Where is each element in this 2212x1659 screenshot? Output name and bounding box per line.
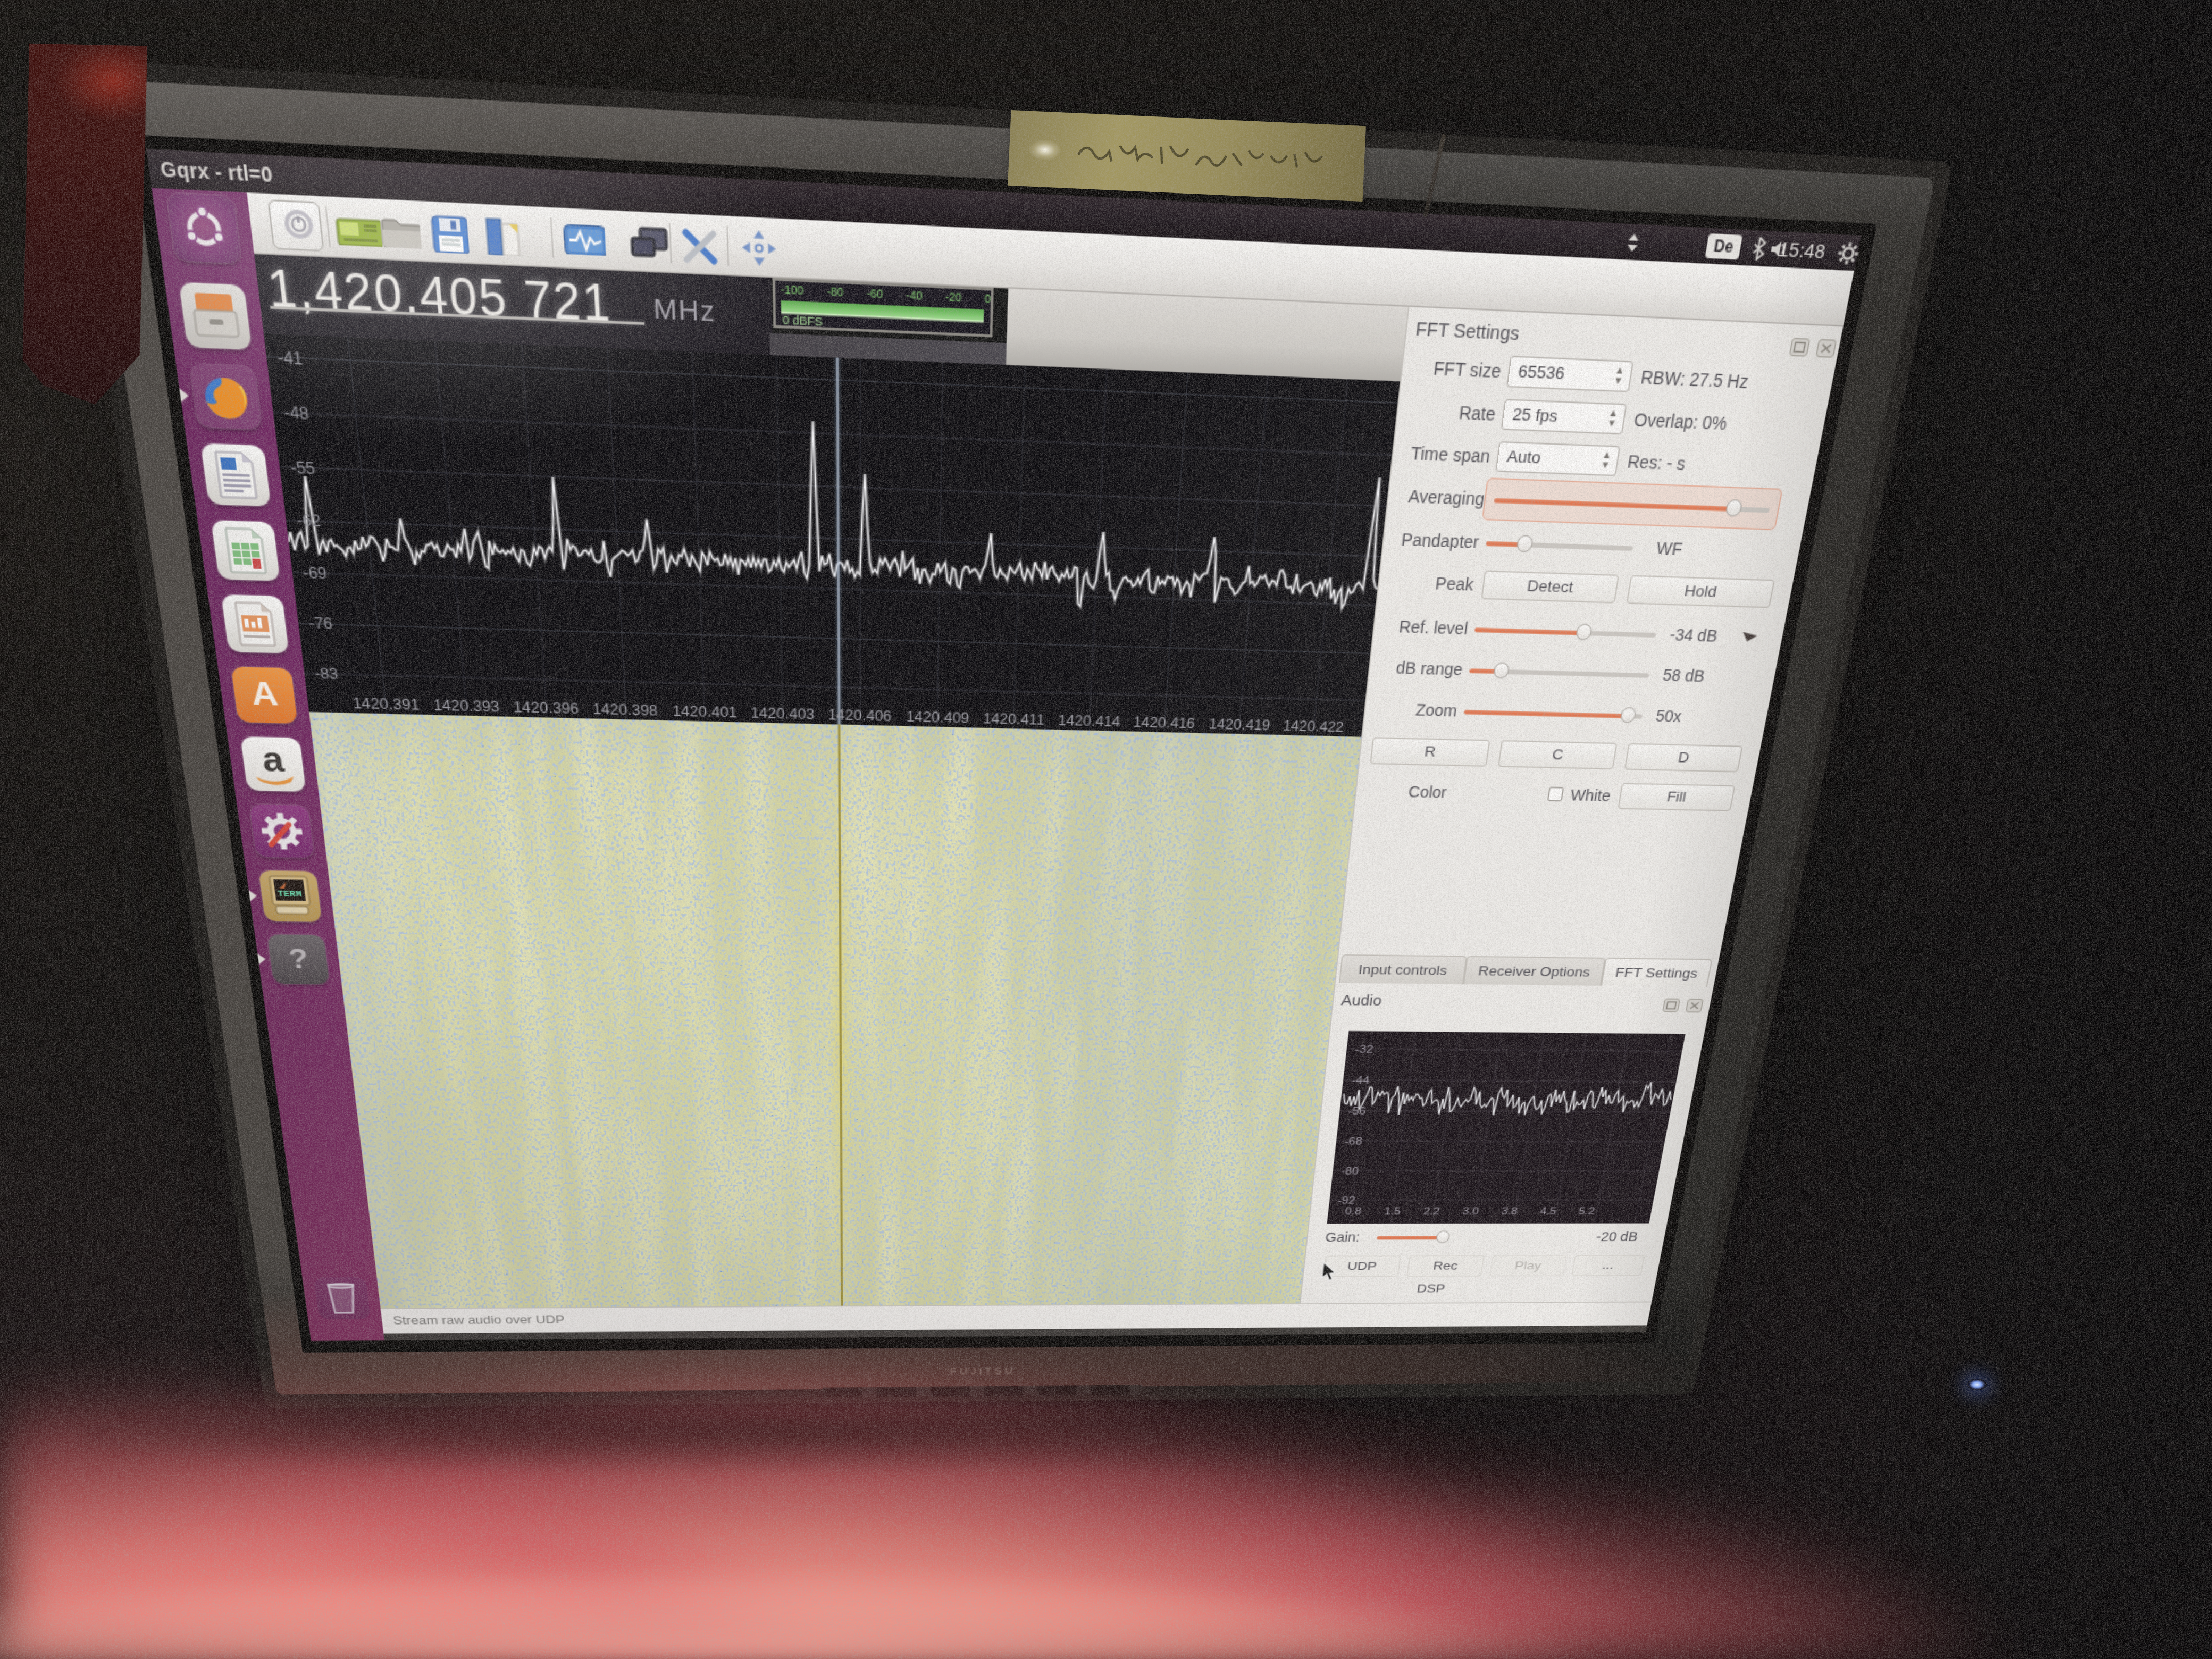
svg-text:TERM: TERM bbox=[277, 889, 302, 900]
